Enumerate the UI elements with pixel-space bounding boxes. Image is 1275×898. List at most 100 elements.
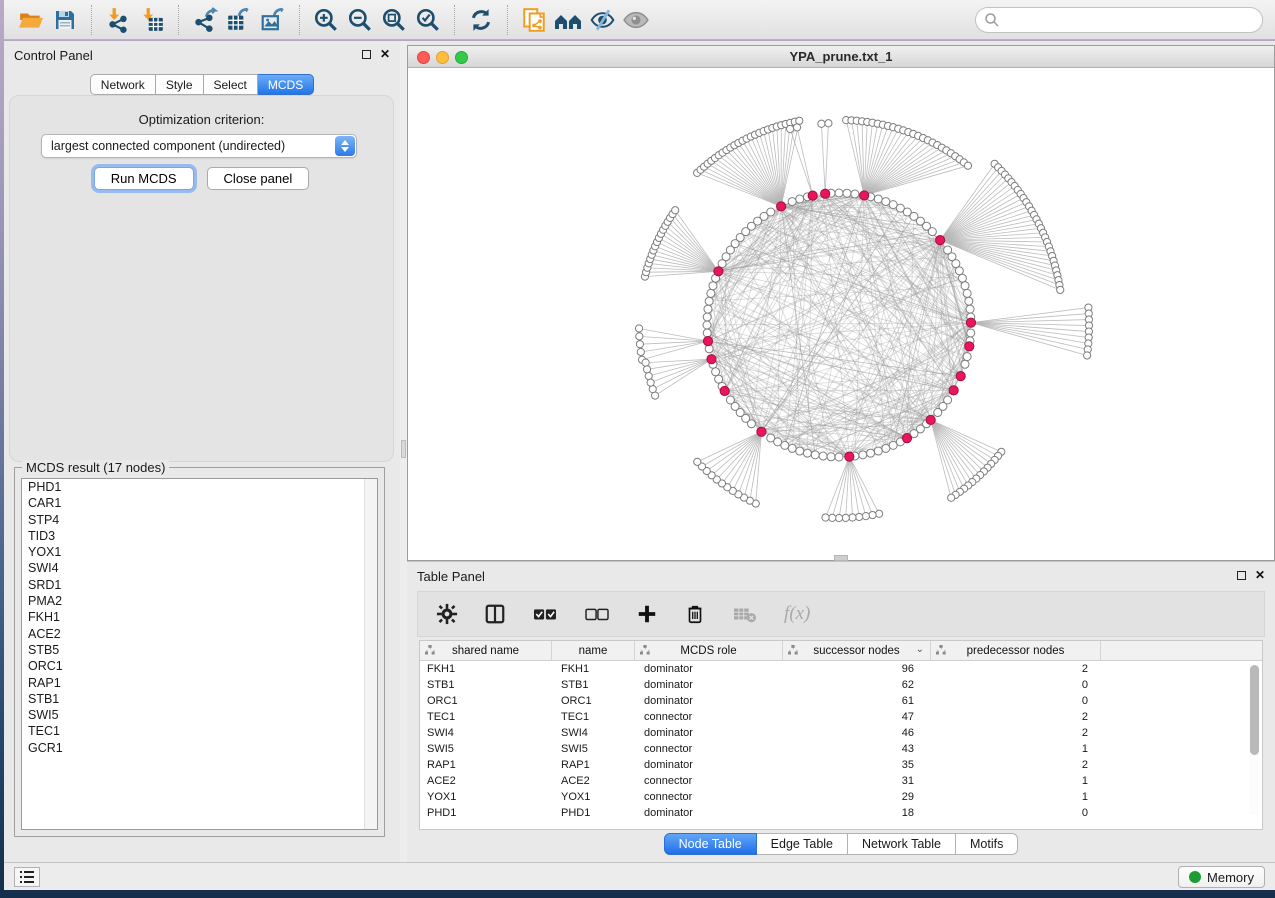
mcds-result-item[interactable]: CAR1 — [22, 495, 377, 511]
table-row[interactable]: TEC1TEC1connector472 — [420, 709, 1262, 725]
column-header-name[interactable]: name — [552, 641, 635, 661]
table-row[interactable]: FKH1FKH1dominator962 — [420, 661, 1262, 677]
import-network-button[interactable] — [101, 4, 135, 36]
network-graph[interactable] — [408, 69, 1274, 561]
network-window-titlebar[interactable]: YPA_prune.txt_1 — [408, 46, 1274, 68]
task-history-button[interactable] — [14, 867, 40, 887]
import-table-icon — [139, 7, 165, 33]
mcds-result-item[interactable]: STB1 — [22, 691, 377, 707]
table-cell: 2 — [931, 709, 1101, 725]
memory-button[interactable]: Memory — [1178, 866, 1265, 888]
table-cell: SWI4 — [420, 725, 552, 741]
table-row[interactable]: PHD1PHD1dominator180 — [420, 805, 1262, 821]
delete-table-button table-x-icon[interactable] — [732, 603, 758, 625]
mcds-result-title: MCDS result (17 nodes) — [22, 460, 169, 475]
apply-layout-button[interactable] — [464, 4, 498, 36]
table-row[interactable]: YOX1YOX1connector291 — [420, 789, 1262, 805]
mcds-result-item[interactable]: PHD1 — [22, 479, 377, 495]
add-column-button plus-icon[interactable] — [636, 603, 658, 625]
search-box[interactable] — [975, 7, 1263, 33]
mcds-result-item[interactable]: TEC1 — [22, 723, 377, 739]
mcds-result-item[interactable]: YOX1 — [22, 544, 377, 560]
zoom-selected-button[interactable] — [411, 4, 445, 36]
table-row[interactable]: SWI5SWI5connector431 — [420, 741, 1262, 757]
column-header-successor-nodes[interactable]: successor nodes ⌄ — [783, 641, 931, 661]
mcds-result-item[interactable]: SWI5 — [22, 707, 377, 723]
vertical-splitter[interactable] — [400, 41, 407, 862]
deselect-all-button unchecked-boxes-icon[interactable] — [584, 603, 610, 625]
mcds-result-list[interactable]: PHD1CAR1STP4TID3YOX1SWI4SRD1PMA2FKH1ACE2… — [21, 478, 378, 830]
mcds-result-item[interactable]: FKH1 — [22, 609, 377, 625]
table-toolbar: f(x) — [417, 591, 1265, 637]
mcds-result-item[interactable]: SWI4 — [22, 560, 377, 576]
table-row[interactable]: SWI4SWI4dominator462 — [420, 725, 1262, 741]
clone-network-button[interactable] — [517, 4, 551, 36]
tab-edge-table[interactable]: Edge Table — [757, 833, 848, 855]
right-workspace: YPA_prune.txt_1 Table Panel ✕ f(x) — [407, 41, 1275, 862]
search-input[interactable] — [1000, 10, 1262, 30]
table-cell: 1 — [931, 741, 1101, 757]
run-mcds-button[interactable]: Run MCDS — [94, 167, 194, 190]
table-scrollbar[interactable] — [1249, 665, 1260, 815]
scrollbar-thumb[interactable] — [1250, 665, 1259, 755]
function-builder-button fx-icon[interactable]: f(x) — [784, 603, 810, 625]
tab-style[interactable]: Style — [156, 74, 204, 95]
mcds-result-item[interactable]: GCR1 — [22, 740, 377, 756]
import-table-button[interactable] — [135, 4, 169, 36]
splitter-handle[interactable] — [401, 440, 406, 458]
mcds-result-item[interactable]: ORC1 — [22, 658, 377, 674]
export-network-button[interactable] — [188, 4, 222, 36]
mcds-result-item[interactable]: TID3 — [22, 528, 377, 544]
tab-network-table[interactable]: Network Table — [848, 833, 956, 855]
open-file-button[interactable] — [14, 4, 48, 36]
zoom-out-button[interactable] — [343, 4, 377, 36]
select-all-button checked-boxes-icon[interactable] — [532, 603, 558, 625]
float-panel-icon[interactable] — [1237, 571, 1246, 580]
mcds-result-item[interactable]: STP4 — [22, 512, 377, 528]
show-columns-button columns-icon[interactable] — [484, 603, 506, 625]
mcds-result-item[interactable]: SRD1 — [22, 577, 377, 593]
table-cell: RAP1 — [552, 757, 635, 773]
close-panel-button[interactable]: Close panel — [207, 167, 310, 190]
zoom-in-icon — [313, 7, 339, 33]
tab-mcds[interactable]: MCDS — [258, 74, 314, 95]
export-image-button[interactable] — [256, 4, 290, 36]
tab-select[interactable]: Select — [204, 74, 258, 95]
export-table-button[interactable] — [222, 4, 256, 36]
zoom-fit-button[interactable] — [377, 4, 411, 36]
column-header-predecessor-nodes[interactable]: predecessor nodes — [931, 641, 1101, 661]
delete-column-button trash-icon[interactable] — [684, 603, 706, 625]
eye-icon — [621, 7, 651, 33]
tab-node-table[interactable]: Node Table — [664, 833, 757, 855]
table-row[interactable]: ORC1ORC1dominator610 — [420, 693, 1262, 709]
mcds-result-item[interactable]: STB5 — [22, 642, 377, 658]
table-cell: ORC1 — [552, 693, 635, 709]
close-panel-icon[interactable]: ✕ — [1255, 570, 1265, 580]
table-cell: STB1 — [552, 677, 635, 693]
hide-selected-button[interactable] — [585, 4, 619, 36]
mcds-list-scrollbar[interactable] — [364, 479, 377, 829]
table-row[interactable]: RAP1RAP1dominator352 — [420, 757, 1262, 773]
table-row[interactable]: STB1STB1dominator620 — [420, 677, 1262, 693]
float-panel-icon[interactable] — [362, 50, 371, 59]
optimization-criterion-select[interactable]: largest connected component (undirected) — [41, 134, 357, 158]
save-session-button[interactable] — [48, 4, 82, 36]
close-panel-icon[interactable]: ✕ — [380, 49, 390, 59]
show-hidden-button[interactable] — [619, 4, 653, 36]
column-header-mcds-role[interactable]: MCDS role — [635, 641, 783, 661]
table-row[interactable]: ACE2ACE2connector311 — [420, 773, 1262, 789]
mcds-result-item[interactable]: ACE2 — [22, 626, 377, 642]
node-table-body: FKH1FKH1dominator962STB1STB1dominator620… — [420, 661, 1262, 821]
table-cell: 0 — [931, 677, 1101, 693]
network-canvas[interactable] — [408, 69, 1274, 560]
column-header-shared-name[interactable]: shared name — [420, 641, 552, 661]
show-all-button[interactable] — [551, 4, 585, 36]
tab-network[interactable]: Network — [90, 74, 156, 95]
tab-motifs[interactable]: Motifs — [956, 833, 1018, 855]
mcds-result-item[interactable]: PMA2 — [22, 593, 377, 609]
table-settings-button gear-icon[interactable] — [436, 603, 458, 625]
mcds-result-item[interactable]: RAP1 — [22, 675, 377, 691]
column-type-icon — [640, 645, 650, 655]
zoom-in-button[interactable] — [309, 4, 343, 36]
search-icon — [984, 12, 1000, 28]
